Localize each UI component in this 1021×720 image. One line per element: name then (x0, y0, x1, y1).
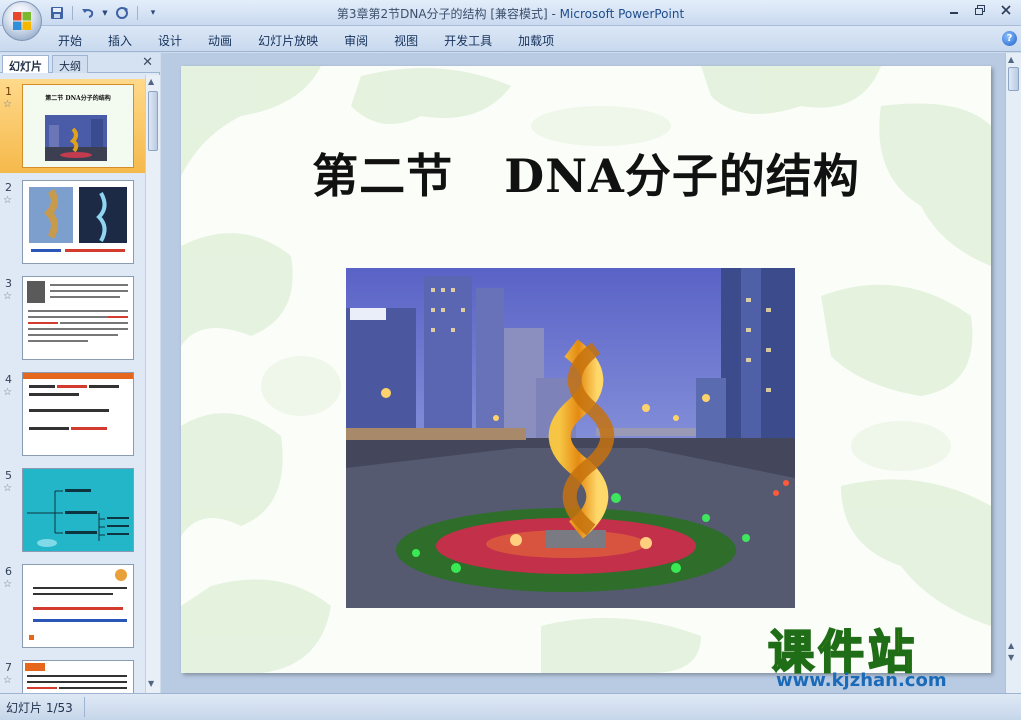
thumbnail-preview (22, 660, 134, 693)
scroll-up-icon[interactable]: ▲ (148, 77, 154, 86)
thumbnail-slide-7[interactable]: 7 ☆ (0, 655, 145, 693)
thumbnail-slide-6[interactable]: 6 ☆ (0, 559, 145, 653)
minimize-icon[interactable] (941, 0, 967, 20)
office-button[interactable] (2, 1, 42, 41)
previous-slide-icon[interactable]: ▲ (1008, 641, 1014, 650)
animation-star-icon: ☆ (3, 675, 12, 686)
animation-star-icon: ☆ (3, 483, 12, 494)
status-bar: 幻灯片 1/53 (0, 693, 1021, 720)
thumbnail-number: 2 (5, 181, 12, 194)
tab-home[interactable]: 开始 (47, 30, 93, 51)
animation-star-icon: ☆ (3, 195, 12, 206)
animation-star-icon: ☆ (3, 579, 12, 590)
title-bar: ▼ ▾ 第3章第2节DNA分子的结构 [兼容模式] - Microsoft Po… (0, 0, 1021, 26)
thumbnail-slide-5[interactable]: 5 ☆ (0, 463, 145, 557)
office-logo-icon (13, 12, 31, 30)
animation-star-icon: ☆ (3, 291, 12, 302)
tab-developer[interactable]: 开发工具 (433, 30, 503, 51)
tab-design[interactable]: 设计 (147, 30, 193, 51)
scrollbar-thumb[interactable] (148, 91, 158, 151)
animation-star-icon: ☆ (3, 99, 12, 110)
thumbnail-number: 3 (5, 277, 12, 290)
slide-title[interactable]: 第二节 DNA分子的结构 (181, 140, 991, 206)
thumbnail-number: 7 (5, 661, 12, 674)
thumbnail-slide-1[interactable]: 1 ☆ 第二节 DNA分子的结构 (0, 79, 145, 173)
scrollbar-thumb[interactable] (1008, 67, 1019, 91)
restore-icon[interactable] (967, 0, 993, 20)
thumbnail-preview (22, 180, 134, 264)
thumbnail-photo (45, 115, 107, 161)
status-separator (84, 697, 85, 717)
thumbnail-list: 1 ☆ 第二节 DNA分子的结构 2 ☆ 3 ☆ 4 ☆ 5 ☆ 6 ☆ 7 ☆ (0, 75, 145, 693)
thumbnail-number: 4 (5, 373, 12, 386)
tab-review[interactable]: 审阅 (333, 30, 379, 51)
thumbnail-number: 1 (5, 85, 12, 98)
thumbnail-preview: 第二节 DNA分子的结构 (22, 84, 134, 168)
current-slide[interactable]: 第二节 DNA分子的结构 (181, 66, 991, 673)
ribbon-tabs-bar: 开始 插入 设计 动画 幻灯片放映 审阅 视图 开发工具 加载项 ? (0, 26, 1021, 52)
tab-slides[interactable]: 幻灯片 (2, 55, 49, 73)
next-slide-icon[interactable]: ▼ (1008, 653, 1014, 662)
close-pane-icon[interactable]: ✕ (142, 55, 153, 70)
ribbon-tabs: 开始 插入 设计 动画 幻灯片放映 审阅 视图 开发工具 加载项 (47, 30, 569, 51)
app-name: Microsoft PowerPoint (559, 7, 685, 21)
watermark-url: www.kjzhan.com (776, 670, 947, 691)
animation-star-icon: ☆ (3, 387, 12, 398)
window-title: 第3章第2节DNA分子的结构 [兼容模式] - Microsoft PowerP… (0, 5, 1021, 22)
thumbnail-slide-4[interactable]: 4 ☆ (0, 367, 145, 461)
slide-scrollbar[interactable]: ▲ ▲ ▼ (1005, 53, 1021, 693)
scroll-up-icon[interactable]: ▲ (1008, 55, 1014, 64)
thumbnail-preview (22, 276, 134, 360)
scroll-down-icon[interactable]: ▼ (148, 679, 154, 688)
tab-animations[interactable]: 动画 (197, 30, 243, 51)
tab-outline[interactable]: 大纲 (52, 55, 88, 73)
tab-slide-show[interactable]: 幻灯片放映 (247, 30, 329, 51)
thumbnail-preview (22, 564, 134, 648)
slide-counter: 幻灯片 1/53 (6, 701, 73, 715)
close-icon[interactable] (993, 0, 1019, 20)
slides-pane: 幻灯片 大纲 ✕ 1 ☆ 第二节 DNA分子的结构 2 ☆ 3 ☆ 4 ☆ 5 … (0, 53, 160, 693)
thumbnail-title: 第二节 DNA分子的结构 (45, 95, 111, 102)
tab-view[interactable]: 视图 (383, 30, 429, 51)
help-icon[interactable]: ? (1002, 31, 1017, 46)
tab-add-ins[interactable]: 加载项 (507, 30, 565, 51)
thumbnail-preview (22, 468, 134, 552)
thumbnail-preview (22, 372, 134, 456)
powerpoint-window: ▼ ▾ 第3章第2节DNA分子的结构 [兼容模式] - Microsoft Po… (0, 0, 1021, 720)
kjzhan-watermark: 课件站 www.kjzhan.com (767, 616, 1004, 696)
thumbnail-number: 5 (5, 469, 12, 482)
thumbnail-scrollbar[interactable]: ▲ ▼ (145, 75, 160, 693)
dna-sculpture-photo[interactable] (346, 268, 795, 608)
thumbnail-slide-2[interactable]: 2 ☆ (0, 175, 145, 269)
pane-tabs: 幻灯片 大纲 ✕ (0, 53, 160, 73)
thumbnail-slide-3[interactable]: 3 ☆ (0, 271, 145, 365)
document-title: 第3章第2节DNA分子的结构 [兼容模式] - (336, 7, 560, 21)
thumbnail-number: 6 (5, 565, 12, 578)
window-controls (941, 0, 1019, 20)
slide-editing-area: 第二节 DNA分子的结构 (161, 53, 1005, 693)
tab-insert[interactable]: 插入 (97, 30, 143, 51)
